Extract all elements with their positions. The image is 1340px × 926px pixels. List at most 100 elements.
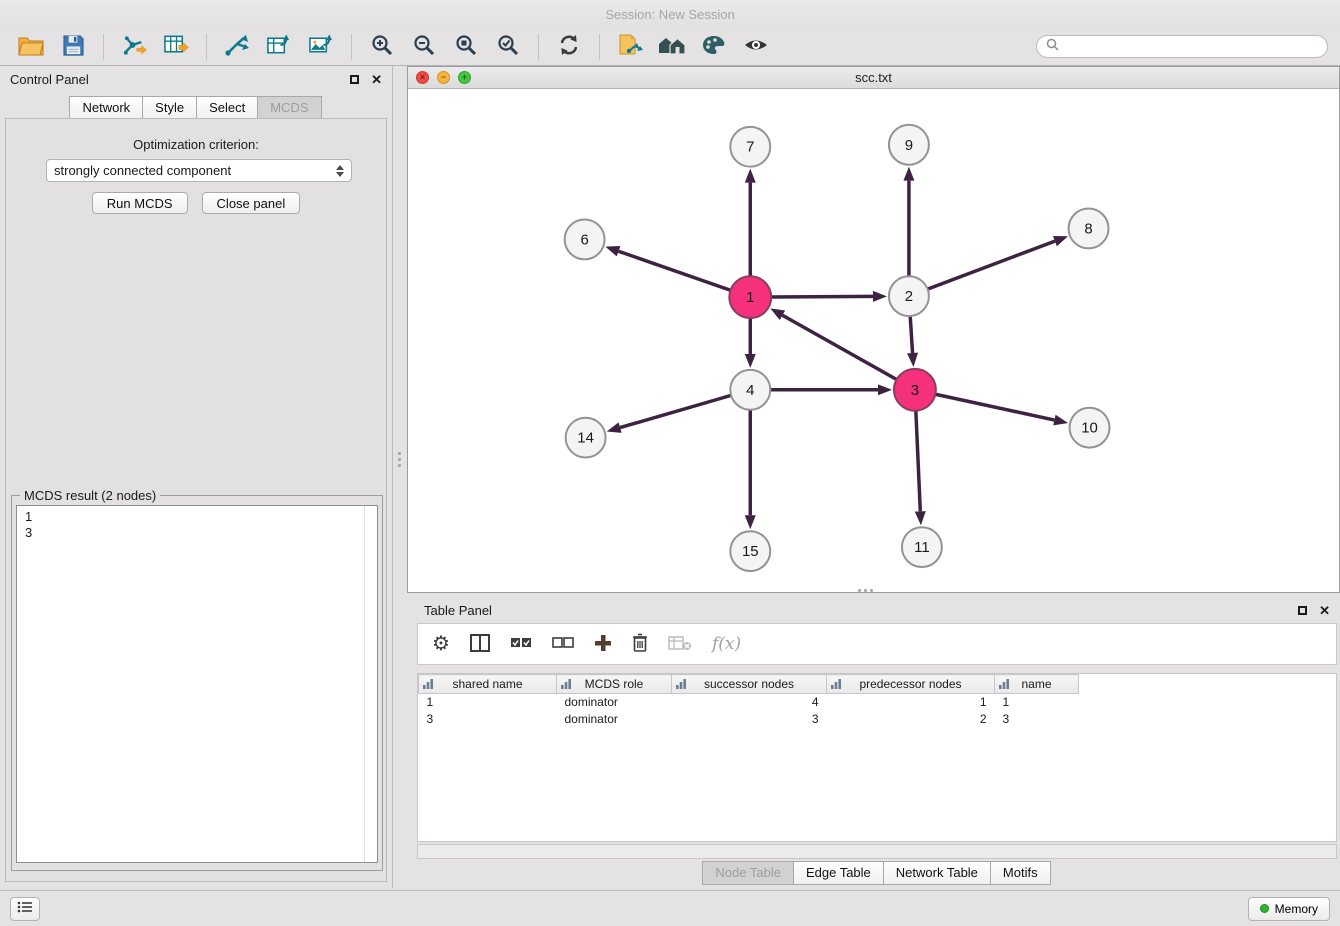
network-canvas[interactable]: 7 9 6 8 1 2 4 3 14 10 15 11 [408, 89, 1339, 592]
table-row[interactable]: 3dominator323 [419, 711, 1079, 728]
home-button[interactable] [653, 31, 691, 63]
graph-node-7[interactable]: 7 [730, 127, 770, 167]
show-hide-button[interactable] [737, 31, 775, 63]
tab-mcds[interactable]: MCDS [257, 96, 321, 120]
memory-button[interactable]: Memory [1248, 897, 1330, 921]
apply-style-button[interactable] [695, 31, 733, 63]
tab-style[interactable]: Style [142, 96, 197, 120]
eye-icon [743, 36, 769, 57]
column-header-predecessor-nodes[interactable]: predecessor nodes [827, 675, 995, 694]
add-column-button[interactable] [594, 634, 612, 655]
graph-node-6[interactable]: 6 [565, 219, 605, 259]
optimization-criterion-label: Optimization criterion: [6, 137, 386, 152]
close-panel-button[interactable]: Close panel [202, 192, 301, 214]
graph-node-2[interactable]: 2 [889, 276, 929, 316]
tab-network-table[interactable]: Network Table [883, 861, 991, 885]
select-all-rows-button[interactable] [510, 637, 532, 652]
tab-edge-table[interactable]: Edge Table [793, 861, 884, 885]
columns-icon [470, 634, 490, 655]
tab-node-table[interactable]: Node Table [702, 861, 794, 885]
graph-edge-2-3[interactable] [910, 316, 912, 353]
table-panel-title: Table Panel [424, 603, 492, 618]
graph-node-10[interactable]: 10 [1070, 408, 1110, 448]
graph-edge-4-14[interactable] [620, 395, 731, 427]
network-window-titlebar[interactable]: × − + scc.txt [408, 67, 1339, 89]
import-public-network-button[interactable] [611, 31, 649, 63]
graph-node-label: 6 [580, 231, 588, 248]
export-table-button[interactable] [260, 31, 298, 63]
vertical-splitter-handle[interactable] [398, 452, 401, 467]
graph-node-label: 7 [746, 139, 754, 156]
graph-node-15[interactable]: 15 [730, 531, 770, 571]
status-bar: Memory [0, 890, 1340, 926]
zoom-out-button[interactable] [405, 31, 443, 63]
function-builder-button[interactable]: f(x) [712, 634, 741, 654]
column-header-name[interactable]: name [995, 675, 1079, 694]
new-network-button[interactable] [218, 31, 256, 63]
table-row[interactable]: 1dominator411 [419, 694, 1079, 711]
graph-edge-1-6[interactable] [619, 251, 731, 290]
graph-node-1[interactable]: 1 [729, 276, 771, 318]
zoom-fit-button[interactable] [447, 31, 485, 63]
graph-node-label: 10 [1081, 420, 1098, 437]
network-graph[interactable]: 7 9 6 8 1 2 4 3 14 10 15 11 [408, 89, 1339, 592]
graph-node-14[interactable]: 14 [566, 418, 606, 458]
toolbar-separator [103, 34, 104, 60]
fx-icon: f(x) [712, 634, 741, 654]
save-session-button[interactable] [54, 31, 92, 63]
show-columns-button[interactable] [470, 634, 490, 655]
float-panel-icon[interactable] [350, 75, 359, 84]
main-toolbar [0, 28, 1340, 66]
column-header-shared-name[interactable]: shared name [419, 675, 557, 694]
run-mcds-button[interactable]: Run MCDS [92, 192, 188, 214]
horizontal-splitter-handle[interactable] [858, 589, 873, 592]
search-field[interactable] [1036, 35, 1328, 58]
graph-node-8[interactable]: 8 [1069, 209, 1109, 249]
column-header-successor-nodes[interactable]: successor nodes [672, 675, 827, 694]
search-input[interactable] [1064, 40, 1318, 54]
result-scrollbar-track[interactable] [364, 506, 377, 862]
tab-network[interactable]: Network [69, 96, 143, 120]
window-close-icon[interactable]: × [416, 71, 429, 84]
graph-edge-2-8[interactable] [928, 241, 1055, 289]
toolbar-separator [206, 34, 207, 60]
graph-node-label: 14 [577, 430, 594, 447]
import-network-button[interactable] [115, 31, 153, 63]
style-palette-icon [701, 34, 727, 59]
delete-column-button[interactable] [632, 633, 648, 655]
delete-table-button[interactable] [668, 635, 692, 654]
graph-node-3[interactable]: 3 [894, 369, 936, 411]
zoom-in-button[interactable] [363, 31, 401, 63]
graph-edge-3-10[interactable] [935, 394, 1054, 420]
close-panel-icon[interactable]: ✕ [371, 73, 382, 86]
window-zoom-icon[interactable]: + [458, 71, 471, 84]
import-table-button[interactable] [157, 31, 195, 63]
graph-edge-arrowhead [770, 308, 785, 320]
task-history-button[interactable] [10, 897, 40, 921]
graph-node-9[interactable]: 9 [889, 125, 929, 165]
column-header-mcds-role[interactable]: MCDS role [557, 675, 672, 694]
table-cell: 2 [827, 711, 995, 728]
float-panel-icon[interactable] [1298, 606, 1307, 615]
tab-select[interactable]: Select [196, 96, 258, 120]
table-horizontal-scrollbar[interactable] [417, 844, 1337, 859]
column-settings-button[interactable]: ⚙ [432, 634, 450, 654]
refresh-icon [557, 33, 581, 60]
graph-edge-1-2[interactable] [771, 296, 873, 297]
graph-edge-3-1[interactable] [782, 315, 896, 379]
graph-node-label: 15 [742, 543, 759, 560]
optimization-criterion-select[interactable]: strongly connected component [46, 159, 352, 182]
graph-node-11[interactable]: 11 [902, 527, 942, 567]
deselect-all-rows-button[interactable] [552, 637, 574, 652]
graph-edge-3-11[interactable] [916, 411, 920, 512]
open-file-button[interactable] [12, 31, 50, 63]
window-minimize-icon[interactable]: − [437, 71, 450, 84]
graph-node-4[interactable]: 4 [730, 370, 770, 410]
tab-motifs[interactable]: Motifs [990, 861, 1051, 885]
zoom-selected-button[interactable] [489, 31, 527, 63]
title-bar: Session: New Session [0, 0, 1340, 28]
close-panel-icon[interactable]: ✕ [1319, 604, 1330, 617]
export-image-button[interactable] [302, 31, 340, 63]
refresh-button[interactable] [550, 31, 588, 63]
zoom-selected-icon [496, 33, 520, 60]
